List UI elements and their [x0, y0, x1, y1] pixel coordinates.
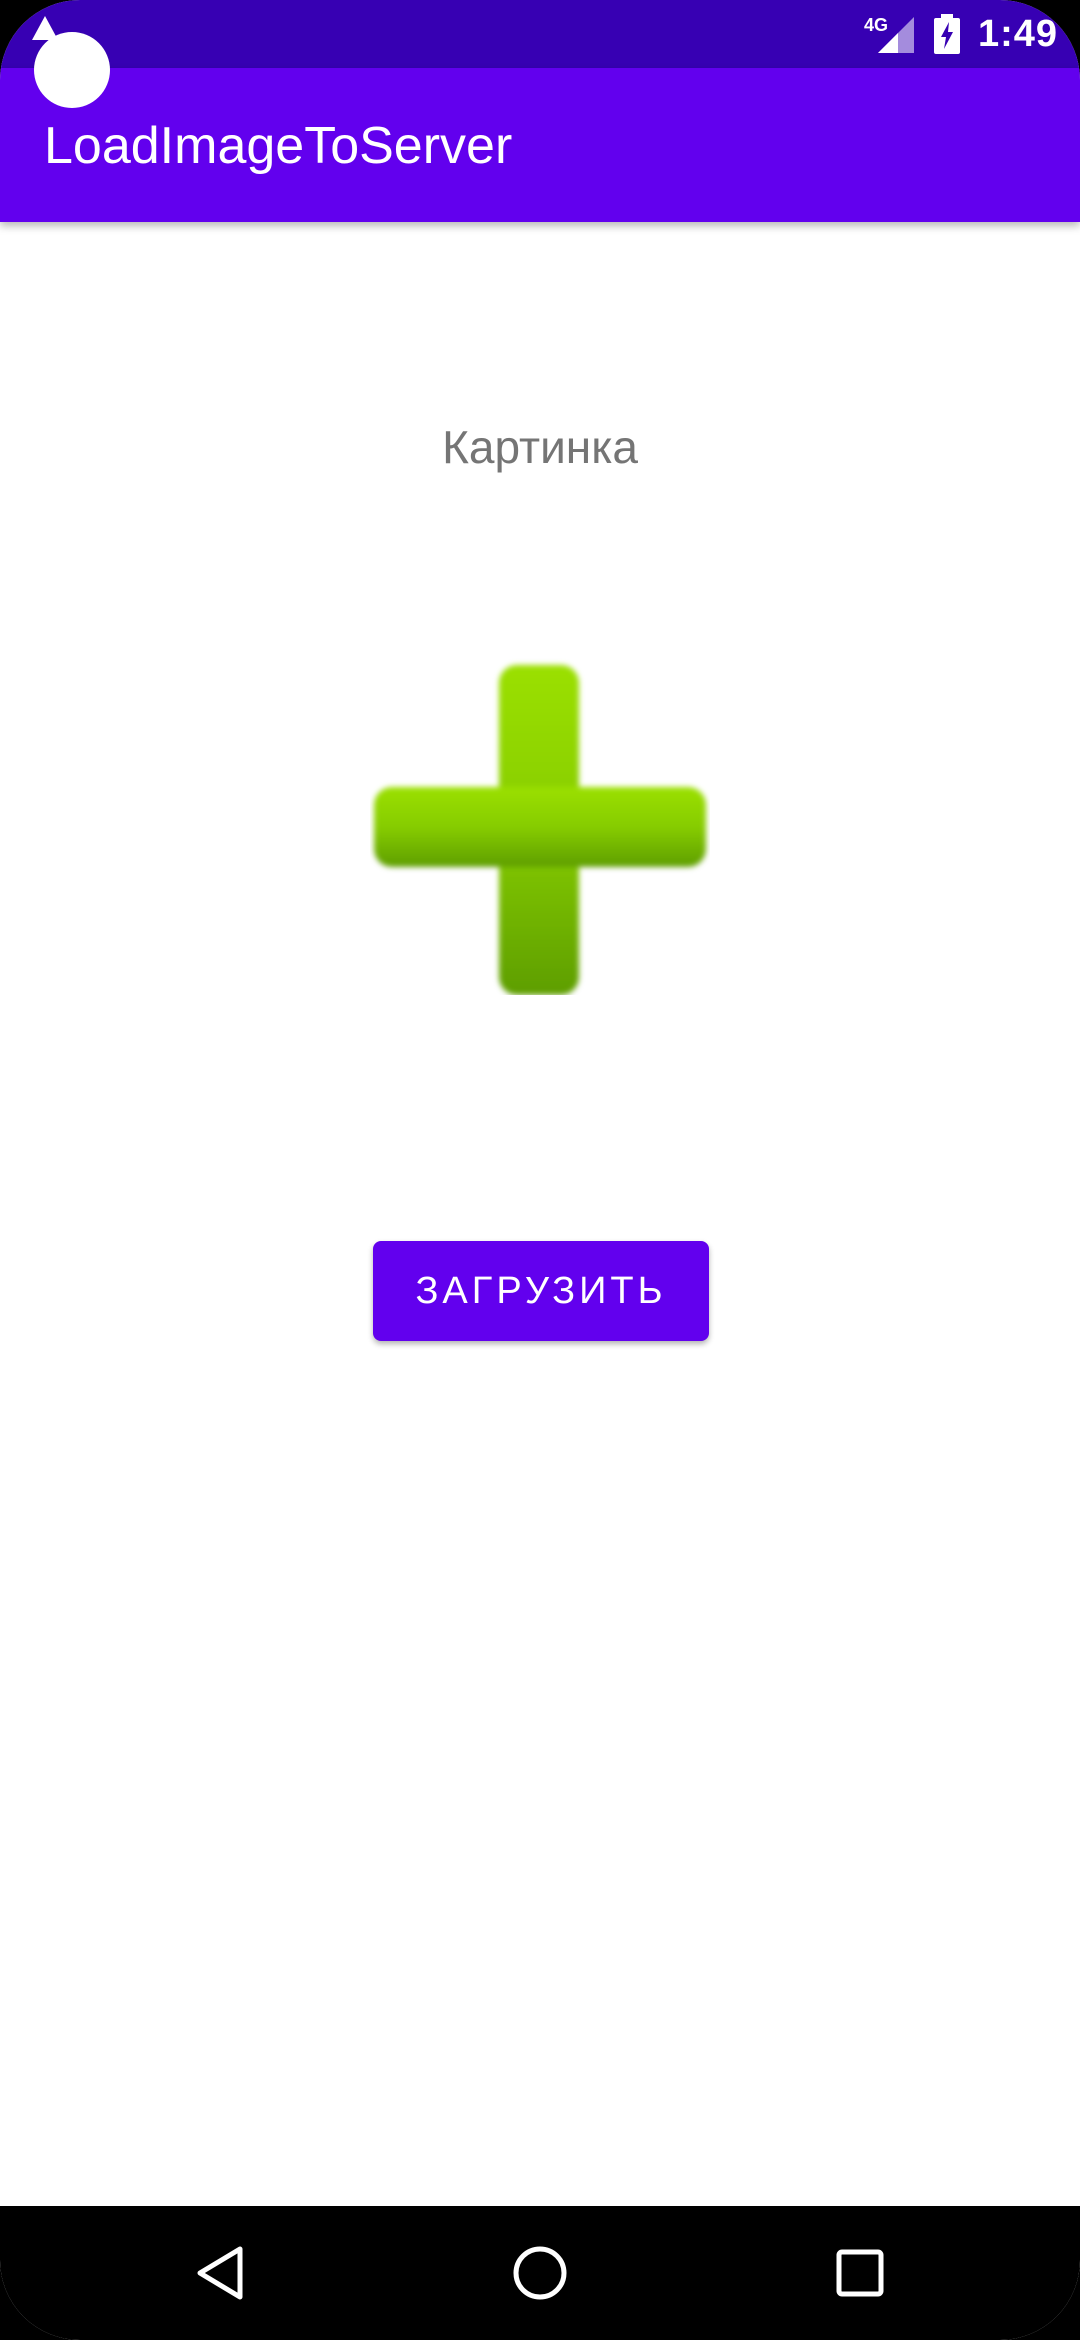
app-bar: LoadImageToServer	[0, 68, 1080, 222]
green-plus-icon[interactable]	[370, 655, 710, 995]
home-icon[interactable]	[495, 2228, 585, 2318]
app-title: LoadImageToServer	[44, 117, 513, 175]
status-bar: 4G 1:49	[0, 0, 1080, 68]
picture-label: Картинка	[442, 421, 638, 473]
battery-charging-icon	[933, 14, 960, 54]
upload-button[interactable]: ЗАГРУЗИТЬ	[373, 1241, 709, 1341]
camera-dot	[34, 32, 110, 108]
phone-screen: 4G 1:49 LoadImageToServer Картинка ЗАГРУ…	[0, 0, 1080, 2340]
recents-icon[interactable]	[815, 2228, 905, 2318]
status-icons: 4G 1:49	[864, 6, 1058, 62]
navigation-bar	[0, 2206, 1080, 2340]
network-type: 4G	[863, 15, 888, 35]
signal-icon: 4G	[864, 13, 916, 55]
status-time: 1:49	[977, 12, 1058, 55]
back-icon[interactable]	[175, 2228, 265, 2318]
